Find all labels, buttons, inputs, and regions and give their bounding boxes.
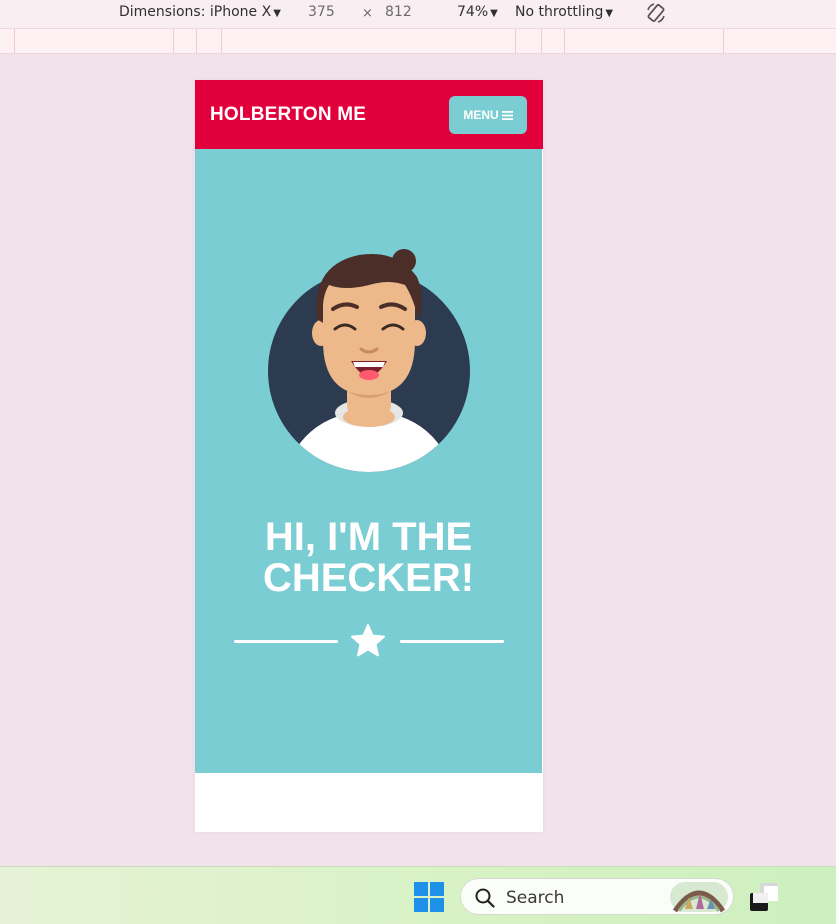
- site-header: HOLBERTON ME MENU: [195, 80, 543, 149]
- throttling-caret-icon: ▼: [605, 8, 614, 19]
- divider-line-left: [234, 640, 338, 643]
- taskbar-search[interactable]: Search: [460, 878, 734, 915]
- ruler-segment[interactable]: [541, 29, 542, 53]
- throttling-dropdown[interactable]: No throttling ▼: [515, 4, 613, 20]
- search-label: Search: [506, 888, 565, 908]
- rotate-icon[interactable]: [644, 1, 668, 25]
- search-icon: [475, 888, 495, 908]
- ruler-segment[interactable]: [564, 29, 565, 53]
- search-highlight-icon[interactable]: [669, 881, 729, 913]
- dimensions-caret-icon: ▼: [273, 8, 281, 19]
- site-brand[interactable]: HOLBERTON ME: [210, 104, 366, 126]
- windows-taskbar: Search: [0, 866, 836, 924]
- hero-section: HI, I'M THE CHECKER!: [195, 149, 542, 773]
- star-divider: [233, 623, 504, 659]
- windows-icon[interactable]: [414, 882, 444, 912]
- hero-title: HI, I'M THE CHECKER!: [195, 517, 542, 599]
- menu-label: MENU: [463, 108, 499, 122]
- device-viewport: HOLBERTON ME MENU HI, I'M THE CHECKER!: [195, 80, 543, 832]
- avatar: [268, 249, 470, 472]
- hamburger-icon: [501, 110, 513, 120]
- height-input[interactable]: 812: [385, 4, 412, 20]
- ruler-segment[interactable]: [14, 29, 15, 53]
- hero-title-line1: HI, I'M THE: [264, 515, 473, 559]
- throttling-label: No throttling: [515, 4, 604, 20]
- ruler-segment[interactable]: [221, 29, 222, 53]
- ruler-segment[interactable]: [173, 29, 174, 53]
- zoom-caret-icon: ▼: [490, 8, 498, 19]
- devtools-device-toolbar: Dimensions: iPhone X ▼ 375 × 812 74% ▼ No …: [0, 0, 836, 28]
- width-input[interactable]: 375: [308, 4, 335, 20]
- zoom-dropdown[interactable]: 74% ▼: [457, 4, 498, 20]
- dimensions-dropdown[interactable]: Dimensions: iPhone X ▼: [119, 4, 281, 20]
- taskview-icon[interactable]: [748, 881, 782, 913]
- ruler-segment[interactable]: [515, 29, 516, 53]
- media-query-ruler: [0, 28, 836, 54]
- menu-button[interactable]: MENU: [449, 96, 527, 134]
- divider-line-right: [400, 640, 504, 643]
- dimensions-label: Dimensions: iPhone X: [119, 4, 272, 20]
- dimension-separator: ×: [362, 6, 373, 21]
- star-icon: [351, 624, 385, 657]
- ruler-segment[interactable]: [723, 29, 724, 53]
- ruler-segment[interactable]: [196, 29, 197, 53]
- hero-title-line2: CHECKER!: [262, 556, 475, 600]
- zoom-label: 74%: [457, 4, 489, 20]
